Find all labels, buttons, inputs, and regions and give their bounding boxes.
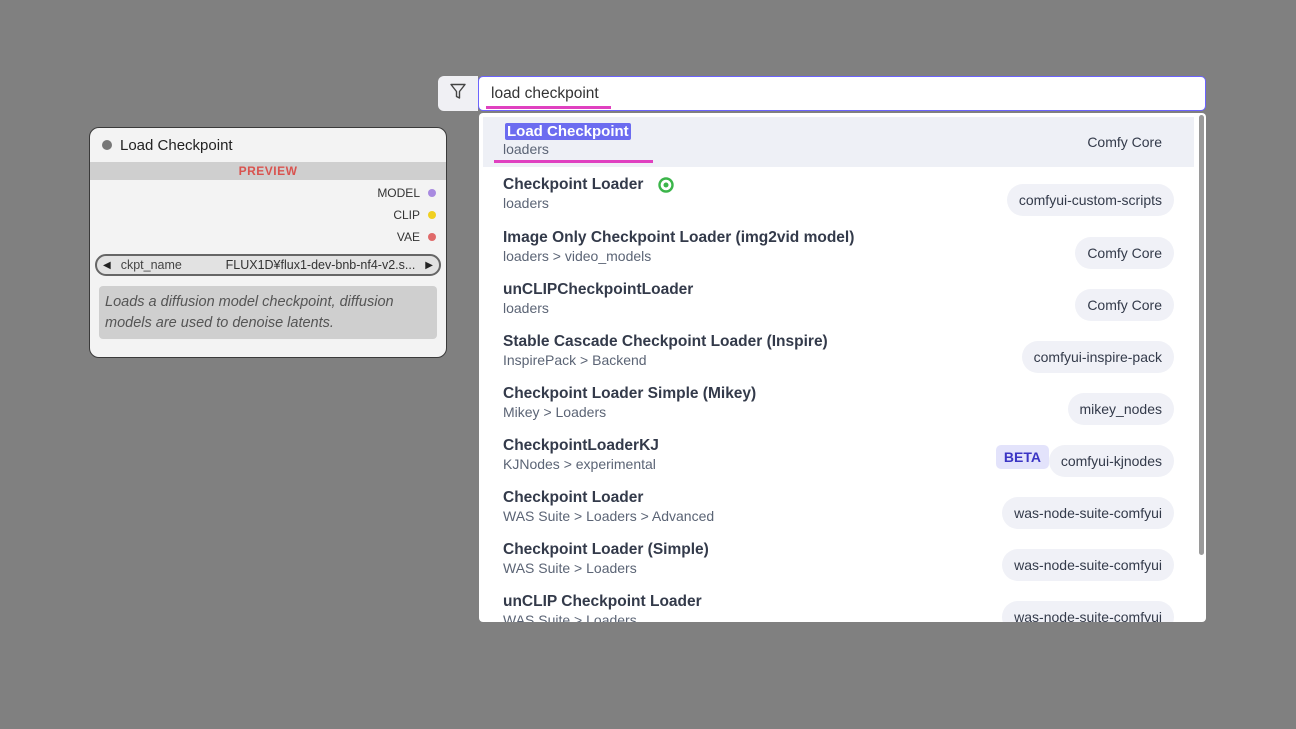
node-collapse-dot[interactable] [102,140,112,150]
output-label: VAE [396,230,420,244]
result-item[interactable]: Checkpoint Loader (Simple) WAS Suite > L… [483,536,1194,586]
result-source-badge: comfyui-inspire-pack [1021,341,1174,373]
beta-tag: BETA [995,445,1049,469]
output-slot-dot[interactable] [428,211,436,219]
result-source-badge: Comfy Core [1075,289,1174,321]
output-label: MODEL [377,186,420,200]
node-description: Loads a diffusion model checkpoint, diff… [99,286,437,339]
output-model[interactable]: MODEL [90,182,446,204]
result-category: loaders [503,300,549,316]
filter-button[interactable] [438,76,478,111]
result-item[interactable]: Checkpoint Loader WAS Suite > Loaders > … [483,484,1194,534]
custom-scripts-icon [657,176,675,199]
result-source-badge: mikey_nodes [1067,393,1174,425]
result-item[interactable]: CheckpointLoaderKJ KJNodes > experimenta… [483,432,1194,482]
result-title: Stable Cascade Checkpoint Loader (Inspir… [503,333,828,350]
result-category: InspirePack > Backend [503,352,647,368]
search-input[interactable]: load checkpoint [478,76,1206,111]
result-title: Checkpoint Loader [503,489,644,506]
result-category: WAS Suite > Loaders [503,560,637,576]
result-source-badge: was-node-suite-comfyui [1002,497,1174,529]
result-item[interactable]: unCLIPCheckpointLoader loaders Comfy Cor… [483,276,1194,326]
result-title: Image Only Checkpoint Loader (img2vid mo… [503,229,855,246]
result-title: Checkpoint Loader (Simple) [503,541,709,558]
arrow-left-icon[interactable]: ◀ [103,260,111,271]
node-preview-card: Load Checkpoint PREVIEW MODEL CLIP VAE ◀… [89,127,447,358]
result-category: WAS Suite > Loaders > Advanced [503,508,715,524]
search-highlight-underline [486,106,611,109]
node-title: Load Checkpoint [120,136,233,154]
result-source-badge: was-node-suite-comfyui [1002,601,1174,622]
search-query[interactable]: load checkpoint [491,85,599,103]
result-category: loaders > video_models [503,248,652,264]
search-results-list: Load Checkpoint loaders Comfy Core Check… [479,113,1206,622]
result-title: unCLIP Checkpoint Loader [503,593,702,610]
result-source-badge: was-node-suite-comfyui [1002,549,1174,581]
result-category: Mikey > Loaders [503,404,607,420]
output-vae[interactable]: VAE [90,226,446,248]
node-outputs: MODEL CLIP VAE [90,180,446,248]
widget-name: ckpt_name [120,258,182,272]
ckpt-name-combo[interactable]: ◀ ckpt_name FLUX1D¥flux1-dev-bnb-nf4-v2.… [95,254,441,276]
widget-value[interactable]: FLUX1D¥flux1-dev-bnb-nf4-v2.s... [226,258,416,272]
result-item[interactable]: Load Checkpoint loaders Comfy Core [483,117,1194,167]
arrow-right-icon[interactable]: ▶ [425,260,433,271]
result-title: unCLIPCheckpointLoader [503,281,694,298]
result-item[interactable]: unCLIP Checkpoint Loader WAS Suite > Loa… [483,588,1194,622]
results-scrollbar[interactable] [1199,115,1204,555]
output-clip[interactable]: CLIP [90,204,446,226]
result-item[interactable]: Image Only Checkpoint Loader (img2vid mo… [483,224,1194,274]
result-source-badge: Comfy Core [1087,134,1162,150]
result-source-badge: comfyui-kjnodes [1048,445,1174,477]
result-title: Checkpoint Loader [503,176,644,193]
result-source-badge: Comfy Core [1075,237,1174,269]
result-source-badge: comfyui-custom-scripts [1006,184,1174,216]
result-category: KJNodes > experimental [503,456,656,472]
output-slot-dot[interactable] [428,233,436,241]
preview-label: PREVIEW [90,162,446,180]
result-title: CheckpointLoaderKJ [503,437,659,454]
result-title: Checkpoint Loader Simple (Mikey) [503,385,757,402]
result-title: Load Checkpoint [505,123,631,140]
output-label: CLIP [393,208,420,222]
selection-underline [494,160,653,163]
result-category: WAS Suite > Loaders [503,612,637,622]
result-item[interactable]: Stable Cascade Checkpoint Loader (Inspir… [483,328,1194,378]
output-slot-dot[interactable] [428,189,436,197]
node-header[interactable]: Load Checkpoint [90,128,446,162]
result-item[interactable]: Checkpoint Loader loaders comfyui-custom… [483,171,1194,221]
result-item[interactable]: Checkpoint Loader Simple (Mikey) Mikey >… [483,380,1194,430]
filter-icon [450,83,466,105]
result-category: loaders [503,195,549,211]
result-category: loaders [503,141,549,157]
